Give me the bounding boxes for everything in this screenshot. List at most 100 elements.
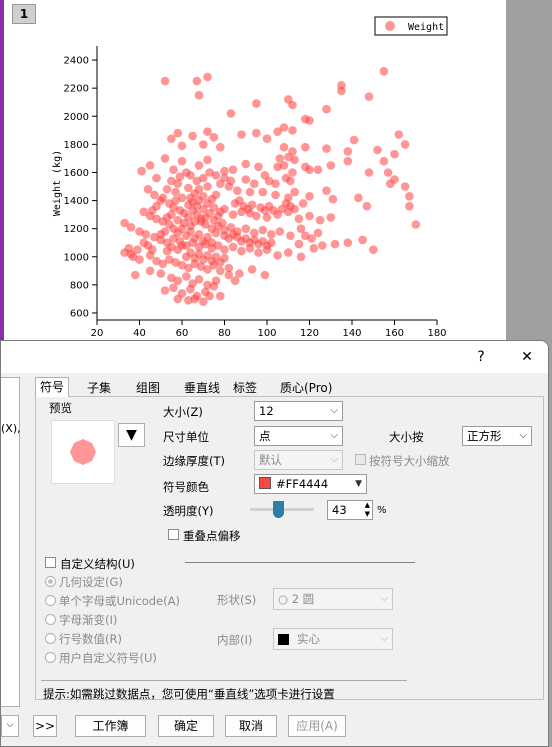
data-point	[192, 76, 202, 86]
cancel-button[interactable]: 取消	[225, 715, 277, 737]
data-point	[211, 190, 221, 200]
data-point	[254, 162, 263, 172]
radio-letter-increment[interactable]	[45, 614, 56, 625]
color-combo[interactable]: #FF4444 ▼	[254, 474, 367, 494]
data-point	[343, 156, 353, 166]
scale-by-combo[interactable]: 正方形 ⌵	[462, 426, 532, 446]
data-point	[309, 244, 319, 253]
tab-labels[interactable]: 标签	[229, 379, 261, 397]
data-point	[313, 228, 323, 238]
apply-button[interactable]: 应用(A)	[288, 715, 346, 737]
x-tick-label: 180	[427, 328, 446, 339]
workspace-background	[506, 0, 552, 340]
data-point	[182, 272, 191, 281]
interior-label: 内部(I)	[217, 633, 253, 647]
tab-subset[interactable]: 子集	[83, 379, 115, 397]
data-point	[298, 199, 308, 208]
y-tick-label: 1200	[64, 224, 89, 235]
data-point	[203, 155, 212, 165]
data-point	[330, 239, 340, 249]
shape-value: ○ 2 圆	[278, 592, 315, 606]
spin-arrows-icon[interactable]: ▲ ▼	[365, 501, 370, 519]
data-point	[364, 168, 374, 177]
radio-single-char[interactable]	[45, 595, 56, 606]
data-point	[326, 213, 336, 222]
data-point	[362, 201, 372, 211]
data-point	[358, 235, 367, 245]
x-tick-label: 40	[133, 328, 146, 339]
left-panel-text: (X),	[1, 422, 21, 435]
data-point	[258, 225, 268, 235]
chart-axes: 20 40 60 80 100 120 140 160 180 600 800 1000 1200 140…	[64, 46, 447, 339]
tab-symbol[interactable]: 符号	[35, 377, 70, 397]
data-point	[162, 246, 172, 256]
transparency-spinner[interactable]: 43 ▲ ▼	[327, 500, 373, 520]
data-point	[173, 294, 183, 304]
data-point	[301, 231, 310, 240]
overlap-offset-checkbox[interactable]	[168, 529, 179, 540]
shape-combo[interactable]: ○ 2 圆 ⌵	[273, 588, 393, 610]
data-point	[220, 204, 229, 214]
color-label: 符号颜色	[163, 480, 209, 494]
data-point	[126, 223, 136, 232]
scale-by-label: 大小按	[389, 430, 424, 444]
data-point	[264, 176, 274, 186]
data-point	[322, 144, 331, 153]
data-point	[405, 192, 414, 201]
chevron-down-icon: ⌵	[380, 593, 388, 604]
expand-button[interactable]: >>	[33, 715, 57, 737]
size-combo[interactable]: 12 ⌵	[254, 401, 343, 421]
data-point	[169, 283, 178, 293]
ok-button[interactable]: 确定	[158, 715, 214, 737]
symbol-gallery-dropdown[interactable]: ▼	[118, 423, 145, 447]
data-point	[245, 187, 255, 197]
hint-text: 提示:如需跳过数据点，您可使用“垂直线”选项卡进行设置	[43, 687, 335, 701]
data-point	[326, 161, 336, 170]
chevron-down-icon: ⌵	[330, 430, 338, 441]
y-tick-label: 2200	[64, 84, 89, 95]
data-point	[158, 193, 168, 203]
data-point	[313, 165, 323, 174]
data-point	[354, 193, 363, 203]
tab-group[interactable]: 组图	[132, 379, 164, 397]
workbook-button[interactable]: 工作簿	[75, 715, 146, 737]
help-button[interactable]: ?	[466, 345, 496, 369]
data-point	[228, 242, 238, 252]
tab-drop-lines[interactable]: 垂直线	[180, 379, 224, 397]
data-point	[294, 214, 304, 224]
data-point	[305, 116, 314, 125]
data-point	[218, 218, 227, 228]
close-button[interactable]: ✕	[512, 345, 542, 369]
data-point	[135, 255, 144, 264]
data-point	[290, 187, 299, 197]
y-tick-label: 2400	[64, 56, 89, 67]
interior-combo[interactable]: 实心 ⌵	[273, 628, 393, 650]
data-point	[199, 140, 208, 149]
data-point	[211, 228, 221, 238]
data-point	[177, 156, 187, 166]
data-point	[237, 246, 246, 256]
data-point	[411, 220, 421, 229]
data-point	[145, 161, 155, 170]
data-point	[305, 192, 314, 201]
data-point	[343, 147, 353, 156]
custom-construction-checkbox[interactable]	[45, 557, 56, 568]
unit-combo[interactable]: 点 ⌵	[254, 426, 343, 446]
data-point	[305, 211, 314, 221]
transparency-slider-thumb[interactable]	[272, 501, 284, 518]
data-point	[145, 266, 155, 276]
data-point	[337, 86, 346, 96]
data-point	[275, 227, 285, 236]
data-point	[400, 182, 410, 191]
radio-row-number[interactable]	[45, 633, 56, 644]
scale-with-size-checkbox[interactable]	[355, 454, 366, 465]
preview-marker-icon	[70, 439, 96, 465]
edge-thickness-combo[interactable]: 默认 ⌵	[254, 450, 343, 470]
radio-user-symbol[interactable]	[45, 652, 56, 663]
tab-centroid[interactable]: 质心(Pro)	[276, 379, 336, 397]
left-dropdown[interactable]: ⌵	[1, 715, 19, 737]
data-point	[220, 245, 229, 254]
radio-geometric[interactable]	[45, 576, 56, 587]
data-point	[156, 269, 166, 278]
data-point	[247, 200, 257, 210]
